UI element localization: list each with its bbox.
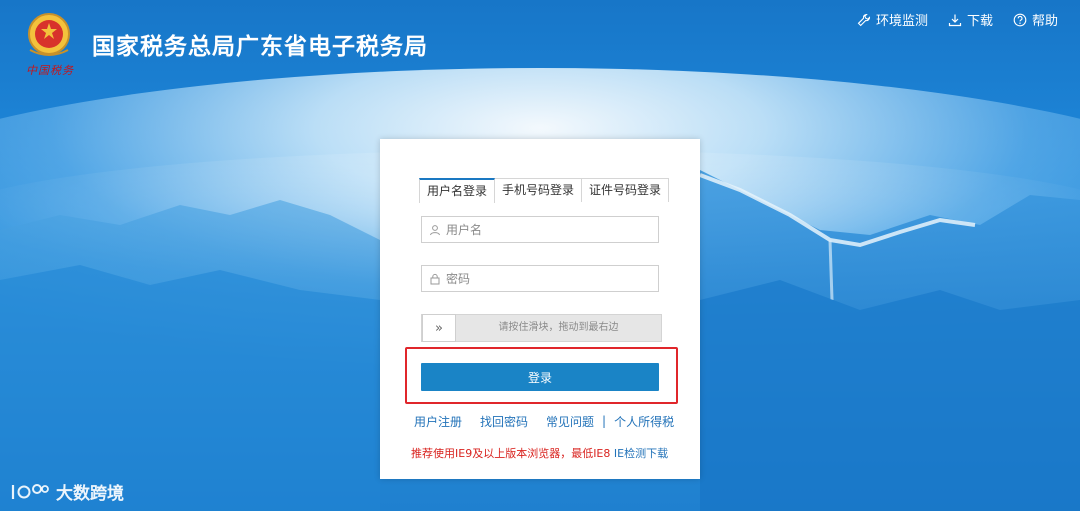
top-links: 环境监测 下载 帮助 (857, 10, 1058, 29)
download-label: 下载 (966, 14, 993, 29)
username-input[interactable] (444, 217, 658, 242)
slider-hint: 请按住滑块，拖动到最右边 (498, 322, 619, 333)
lock-icon (426, 273, 444, 285)
slider-handle[interactable]: » (422, 314, 456, 342)
watermark: 大数跨境 (10, 479, 124, 504)
watermark-text: 大数跨境 (56, 484, 124, 504)
environment-check-link[interactable]: 环境监测 (857, 10, 928, 29)
login-tabs: 用户名登录 手机号码登录 证件号码登录 (419, 178, 670, 203)
help-label: 帮助 (1031, 14, 1058, 29)
browser-notice: 推荐使用IE9及以上版本浏览器，最低IE8 IE检测下载 (411, 445, 681, 461)
link-separator: | (602, 414, 607, 428)
recover-password-link[interactable]: 找回密码 (480, 413, 528, 430)
ie-check-download-link[interactable]: IE检测下载 (614, 447, 668, 460)
login-button-highlight (405, 347, 678, 404)
personal-income-tax-link[interactable]: 个人所得税 (614, 413, 674, 430)
watermark-logo-icon (11, 483, 49, 499)
download-link[interactable]: 下载 (948, 10, 993, 29)
site-title: 国家税务总局广东省电子税务局 (92, 34, 428, 60)
register-link[interactable]: 用户注册 (414, 413, 462, 430)
slider-captcha: » 请按住滑块，拖动到最右边 (421, 314, 662, 342)
password-field (421, 265, 659, 292)
faq-link[interactable]: 常见问题 (546, 413, 594, 430)
username-field (421, 216, 659, 243)
environment-check-label: 环境监测 (875, 14, 928, 29)
tab-id-login[interactable]: 证件号码登录 (582, 178, 670, 202)
seal-text: 中国税务 (26, 64, 74, 77)
wrench-icon (857, 13, 871, 26)
tab-phone-login[interactable]: 手机号码登录 (495, 178, 583, 202)
download-icon (948, 14, 962, 26)
tab-username-login[interactable]: 用户名登录 (419, 178, 496, 203)
login-panel: 用户名登录 手机号码登录 证件号码登录 » 请按住滑块，拖动到最右边 登录 用户… (380, 139, 700, 479)
user-icon (426, 224, 444, 236)
help-link[interactable]: 帮助 (1013, 10, 1058, 29)
password-input[interactable] (444, 266, 658, 291)
panel-links: 用户注册 找回密码 常见问题 | 个人所得税 (414, 413, 674, 429)
double-chevron-right-icon: » (435, 320, 443, 336)
browser-notice-text: 推荐使用IE9及以上版本浏览器，最低IE8 (411, 447, 611, 460)
help-icon (1013, 13, 1027, 26)
tax-emblem-logo (28, 13, 70, 56)
